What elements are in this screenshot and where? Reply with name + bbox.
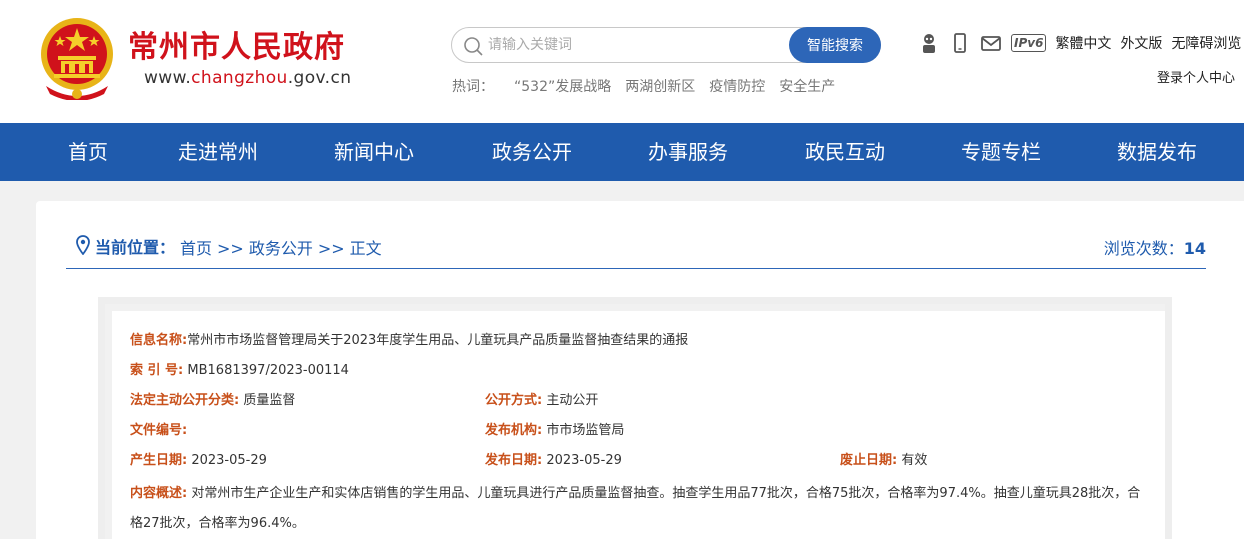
info-publisher-value: 市市场监管局: [546, 423, 625, 438]
nav-item-interaction[interactable]: 政民互动: [805, 123, 885, 181]
breadcrumb-trail: 首页 >> 政务公开 >> 正文: [180, 235, 382, 259]
hotwords-label: 热词：: [452, 79, 494, 95]
hotword-link[interactable]: 安全生产: [779, 76, 835, 96]
url-suffix: .gov.cn: [287, 68, 352, 88]
info-mode-label: 公开方式:: [485, 393, 543, 408]
location-pin-icon: [76, 235, 90, 255]
info-summary-label: 内容概述:: [130, 486, 188, 501]
info-table-frame: 信息名称:常州市市场监督管理局关于2023年度学生用品、儿童玩具产品质量监督抽查…: [98, 297, 1172, 539]
info-table: 信息名称:常州市市场监督管理局关于2023年度学生用品、儿童玩具产品质量监督抽查…: [112, 311, 1165, 539]
nav-item-news[interactable]: 新闻中心: [334, 123, 414, 181]
breadcrumb-government-affairs[interactable]: 政务公开: [249, 239, 313, 258]
info-expiry-label: 废止日期:: [840, 453, 898, 468]
foreign-version-link[interactable]: 外文版: [1120, 33, 1162, 53]
nav-item-about[interactable]: 走进常州: [178, 123, 258, 181]
hotwords: 热词： “532”发展战略 两湖创新区 疫情防控 安全生产: [452, 76, 835, 96]
info-created-label: 产生日期:: [130, 453, 188, 468]
view-count-label: 浏览次数：: [1103, 239, 1184, 258]
hotword-link[interactable]: 两湖创新区: [625, 76, 695, 96]
info-index-label: 索 引 号:: [130, 363, 184, 378]
nav-item-government-affairs[interactable]: 政务公开: [492, 123, 572, 181]
site-url: www.changzhou.gov.cn: [144, 68, 351, 88]
info-row-category: 法定主动公开分类: 质量监督: [130, 391, 295, 411]
robot-icon[interactable]: [918, 32, 940, 54]
info-row-doc-no: 文件编号:: [130, 421, 187, 441]
search-input[interactable]: [488, 34, 788, 56]
nav-item-home[interactable]: 首页: [68, 123, 108, 181]
header-tools: IPv6 繁體中文 外文版 无障碍浏览: [918, 32, 1241, 54]
traditional-chinese-link[interactable]: 繁體中文: [1055, 33, 1111, 53]
breadcrumb-article[interactable]: 正文: [350, 239, 382, 258]
info-summary-value: 对常州市生产企业生产和实体店销售的学生用品、儿童玩具进行产品质量监督抽查。抽查学…: [130, 486, 1141, 531]
info-category-label: 法定主动公开分类:: [130, 393, 240, 408]
nav-item-topics[interactable]: 专题专栏: [961, 123, 1041, 181]
url-highlight: changzhou: [191, 68, 288, 88]
breadcrumb: 当前位置： 首页 >> 政务公开 >> 正文 浏览次数：14: [66, 231, 1206, 269]
breadcrumb-separator: >>: [217, 239, 244, 258]
info-row-name: 信息名称:常州市市场监督管理局关于2023年度学生用品、儿童玩具产品质量监督抽查…: [130, 331, 688, 351]
info-row-mode: 公开方式: 主动公开: [485, 391, 598, 411]
info-mode-value: 主动公开: [546, 393, 599, 408]
search-box: 智能搜索: [451, 27, 881, 63]
info-index-value: MB1681397/2023-00114: [187, 363, 349, 378]
info-row-publisher: 发布机构: 市市场监管局: [485, 421, 624, 441]
mail-icon[interactable]: [980, 32, 1002, 54]
mobile-phone-icon[interactable]: [949, 32, 971, 54]
breadcrumb-home[interactable]: 首页: [180, 239, 212, 258]
hotword-link[interactable]: “532”发展战略: [514, 76, 611, 96]
smart-search-button[interactable]: 智能搜索: [789, 27, 881, 63]
main-nav: 首页 走进常州 新闻中心 政务公开 办事服务 政民互动 专题专栏 数据发布: [0, 123, 1244, 181]
info-name-value: 常州市市场监督管理局关于2023年度学生用品、儿童玩具产品质量监督抽查结果的通报: [187, 333, 689, 348]
breadcrumb-title: 当前位置：: [95, 238, 176, 257]
ipv6-badge: IPv6: [1011, 34, 1047, 52]
site-name[interactable]: 常州市人民政府: [128, 30, 345, 66]
info-published-label: 发布日期:: [485, 453, 543, 468]
content-card: 当前位置： 首页 >> 政务公开 >> 正文 浏览次数：14 信息名称:常州市市场监督管…: [36, 201, 1244, 539]
national-emblem-icon[interactable]: [38, 16, 116, 100]
site-header: 常州市人民政府 www.changzhou.gov.cn 智能搜索 热词： “5…: [0, 0, 1244, 123]
info-created-value: 2023-05-29: [191, 453, 267, 468]
info-publisher-label: 发布机构:: [485, 423, 543, 438]
accessible-browse-link[interactable]: 无障碍浏览: [1171, 33, 1241, 53]
breadcrumb-separator: >>: [317, 239, 345, 258]
info-name-label: 信息名称:: [130, 333, 188, 348]
info-row-index: 索 引 号: MB1681397/2023-00114: [130, 361, 349, 381]
view-count: 浏览次数：14: [1104, 235, 1206, 259]
info-row-summary: 内容概述: 对常州市生产企业生产和实体店销售的学生用品、儿童玩具进行产品质量监督…: [130, 479, 1150, 539]
info-doc-no-label: 文件编号:: [130, 423, 188, 438]
nav-item-services[interactable]: 办事服务: [648, 123, 728, 181]
nav-item-data-release[interactable]: 数据发布: [1117, 123, 1197, 181]
info-expiry-value: 有效: [901, 453, 928, 468]
info-row-created: 产生日期: 2023-05-29: [130, 451, 267, 471]
info-row-expiry: 废止日期: 有效: [840, 451, 927, 471]
view-count-value: 14: [1183, 239, 1206, 258]
info-row-published: 发布日期: 2023-05-29: [485, 451, 622, 471]
login-personal-center-link[interactable]: 登录个人中心: [1157, 67, 1235, 86]
info-category-value: 质量监督: [243, 393, 296, 408]
url-prefix: www.: [144, 68, 192, 88]
info-published-value: 2023-05-29: [546, 453, 622, 468]
search-icon: [464, 37, 483, 56]
hotword-link[interactable]: 疫情防控: [709, 76, 765, 96]
